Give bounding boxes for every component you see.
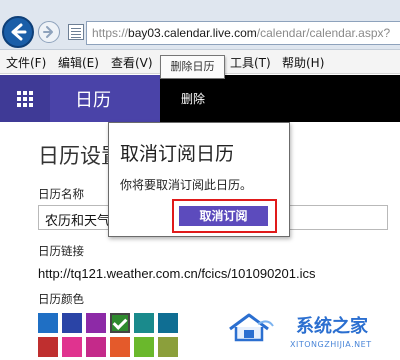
color-swatch[interactable] bbox=[86, 337, 106, 357]
page-icon bbox=[68, 24, 84, 40]
color-swatch[interactable] bbox=[134, 313, 154, 333]
color-swatch[interactable] bbox=[158, 337, 178, 357]
unsubscribe-dialog: 取消订阅日历 你将要取消订阅此日历。 取消订阅 bbox=[108, 122, 290, 237]
color-swatch[interactable] bbox=[134, 337, 154, 357]
app-title-tile[interactable]: 日历 bbox=[50, 75, 160, 122]
app-launcher-icon[interactable] bbox=[0, 75, 50, 122]
calendar-link-value: http://tq121.weather.com.cn/fcics/101090… bbox=[38, 266, 316, 281]
highlight-box: 取消订阅 bbox=[172, 199, 277, 233]
dialog-title: 取消订阅日历 bbox=[120, 143, 235, 165]
unsubscribe-button[interactable]: 取消订阅 bbox=[179, 206, 268, 226]
forward-arrow-icon bbox=[43, 26, 53, 38]
watermark-url: XITONGZHIJIA.NET bbox=[290, 340, 372, 349]
menu-edit[interactable]: 编辑(E) bbox=[58, 54, 99, 71]
address-bar: https://bay03.calendar.live.com/calendar… bbox=[0, 0, 400, 50]
color-swatch[interactable] bbox=[38, 337, 58, 357]
menu-file[interactable]: 文件(F) bbox=[6, 54, 46, 71]
color-swatch[interactable] bbox=[110, 313, 130, 333]
menu-tools[interactable]: 工具(T) bbox=[230, 54, 271, 71]
app-title: 日历 bbox=[75, 90, 111, 111]
watermark-house-logo-icon bbox=[229, 313, 274, 342]
menu-view[interactable]: 查看(V) bbox=[111, 54, 153, 71]
url-input[interactable]: https://bay03.calendar.live.com/calendar… bbox=[86, 21, 400, 45]
calendar-name-label: 日历名称 bbox=[38, 187, 84, 201]
calendar-name-value: 农历和天气 bbox=[45, 214, 111, 229]
calendar-color-label: 日历颜色 bbox=[38, 292, 84, 306]
color-swatch[interactable] bbox=[62, 313, 82, 333]
url-text: https://bay03.calendar.live.com/calendar… bbox=[92, 26, 391, 40]
color-swatch[interactable] bbox=[110, 337, 130, 357]
menu-help[interactable]: 帮助(H) bbox=[282, 54, 324, 71]
color-swatch[interactable] bbox=[86, 313, 106, 333]
color-swatch[interactable] bbox=[38, 313, 58, 333]
delete-calendar-tooltip: 删除日历 bbox=[160, 55, 225, 79]
color-swatch[interactable] bbox=[158, 313, 178, 333]
forward-button[interactable] bbox=[38, 21, 60, 43]
delete-button[interactable]: 删除 bbox=[181, 90, 205, 107]
dialog-message: 你将要取消订阅此日历。 bbox=[120, 178, 253, 192]
back-arrow-icon bbox=[11, 23, 27, 41]
color-swatch[interactable] bbox=[62, 337, 82, 357]
checkmark-icon bbox=[112, 315, 128, 330]
watermark-title: 系统之家 bbox=[296, 316, 368, 337]
calendar-link-label: 日历链接 bbox=[38, 244, 84, 258]
back-button[interactable] bbox=[2, 16, 34, 48]
